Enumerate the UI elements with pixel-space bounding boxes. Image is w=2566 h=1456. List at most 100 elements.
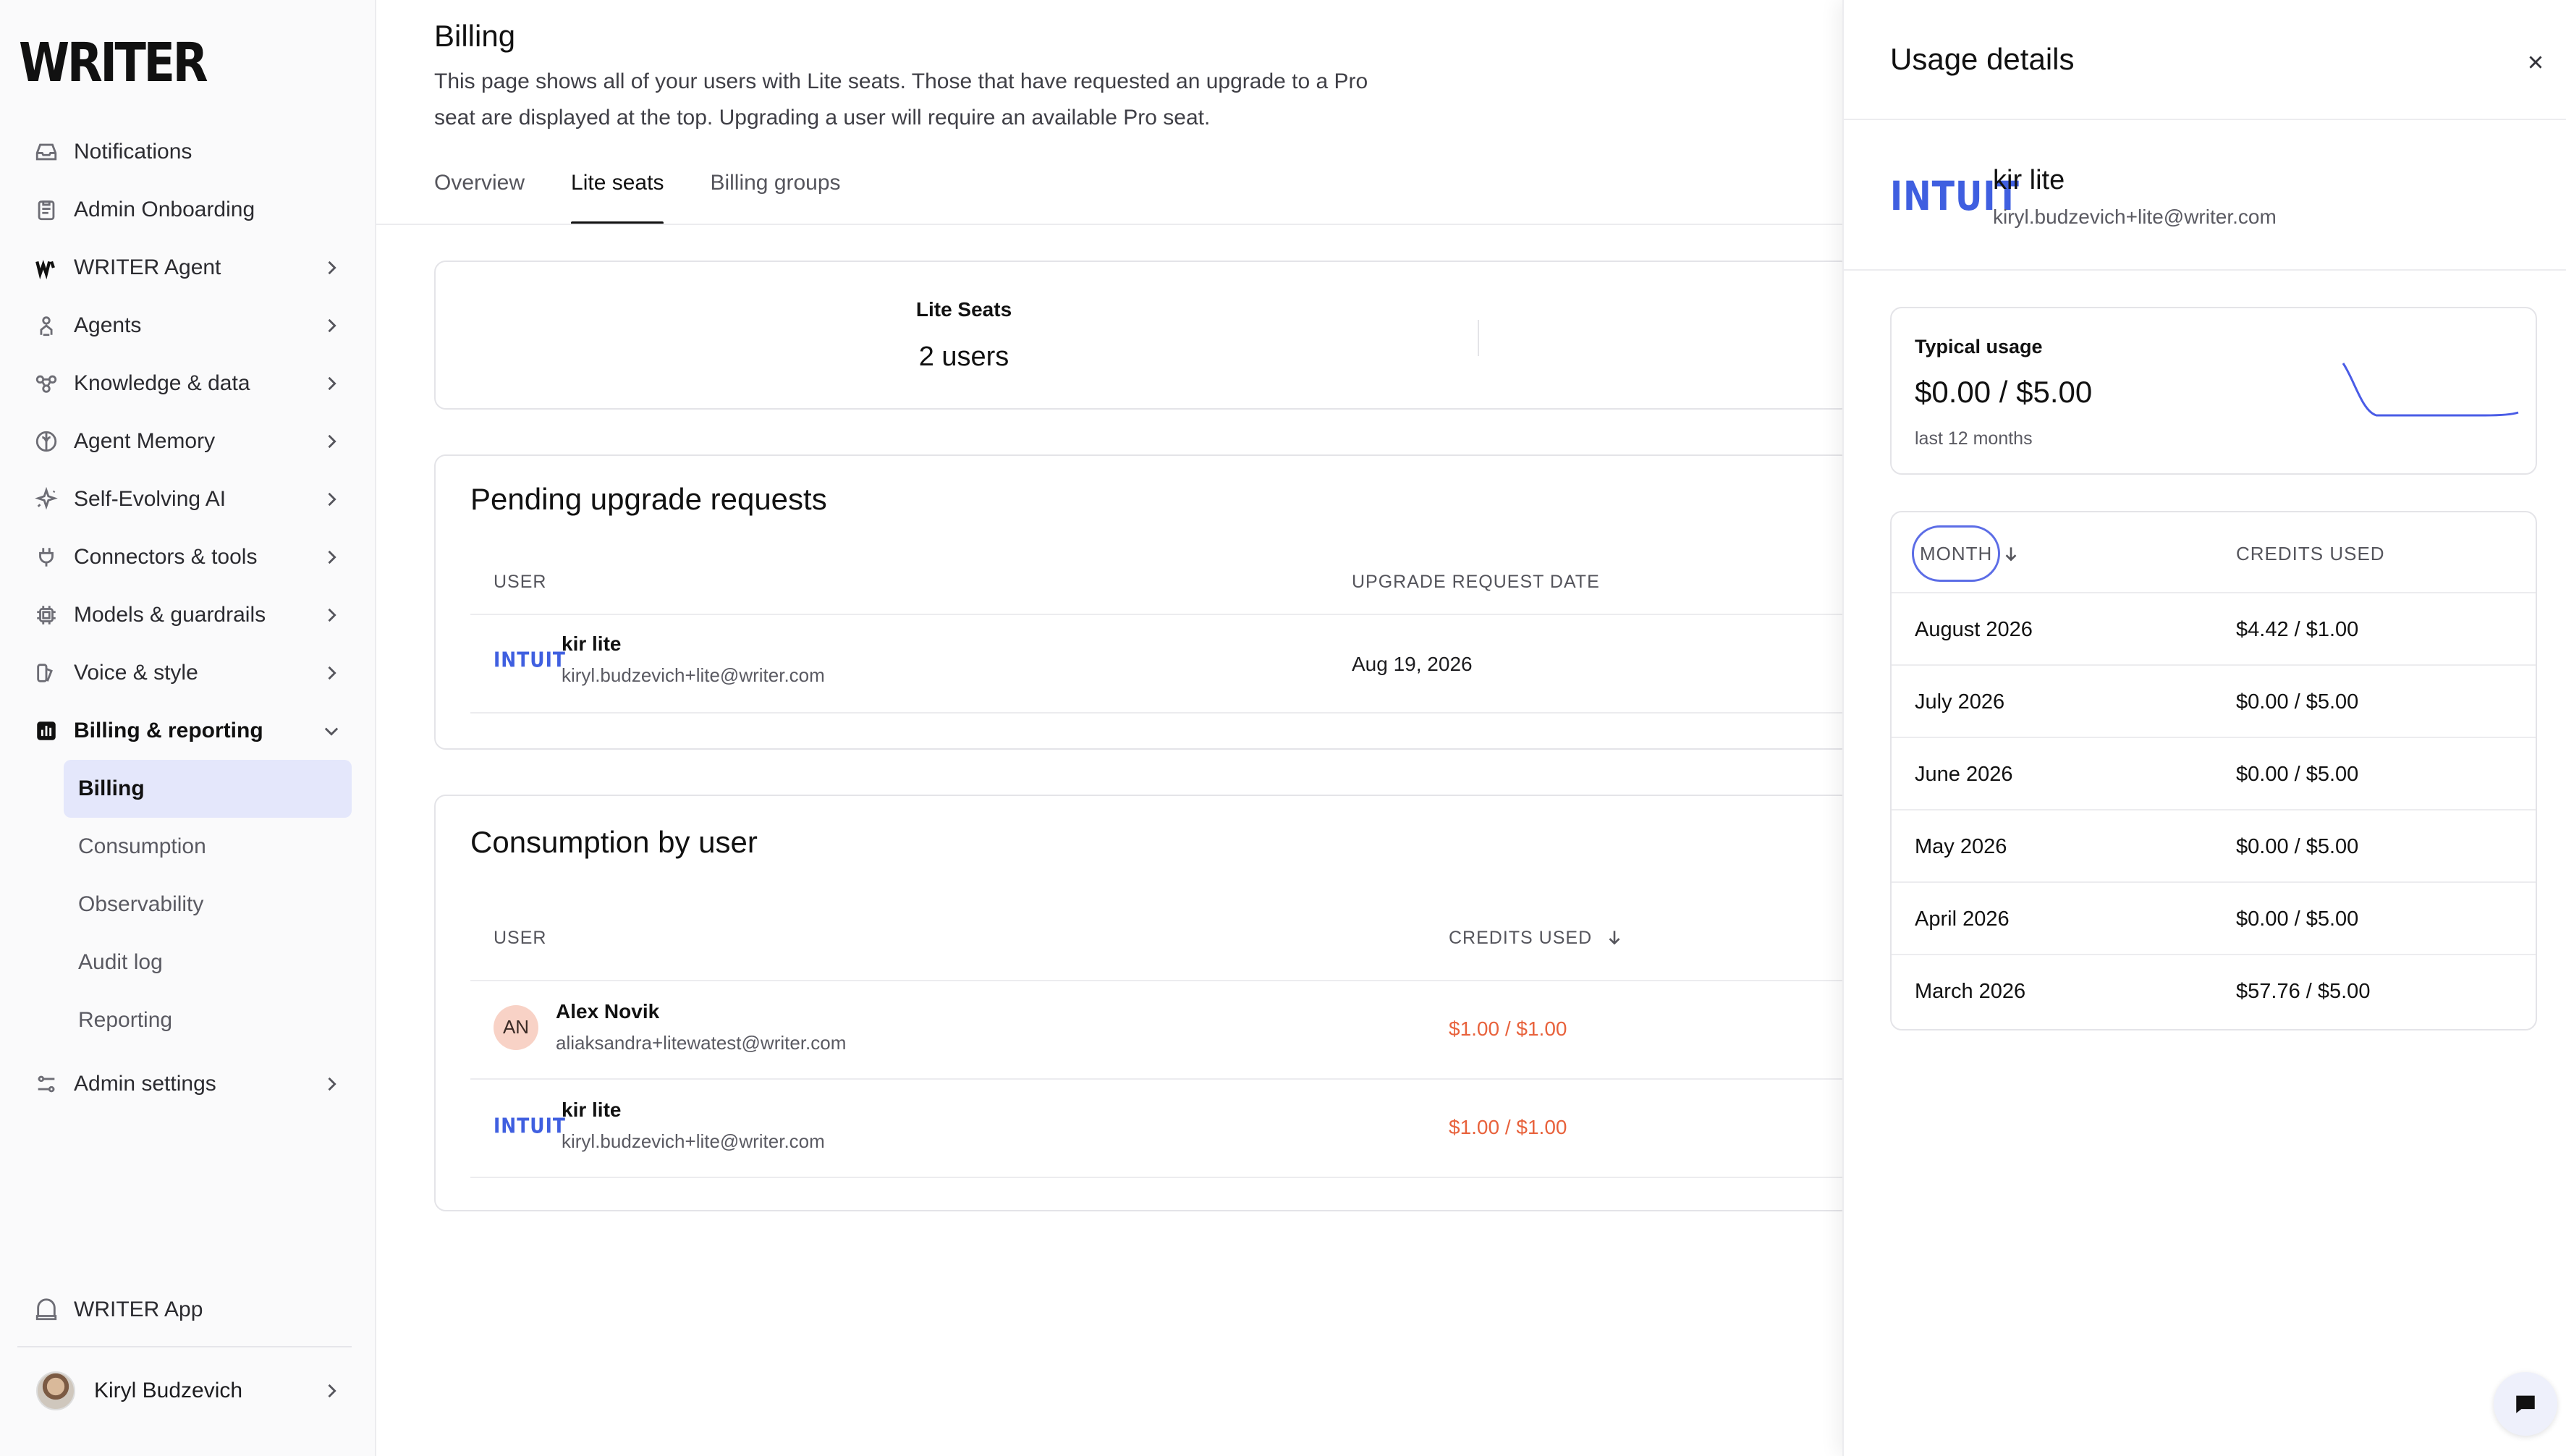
sidebar-item-label: Self-Evolving AI — [74, 487, 226, 511]
month-cell: April 2026 — [1915, 907, 2010, 931]
chat-icon — [2516, 1395, 2535, 1413]
table-row: March 2026 $57.76 / $5.00 — [1892, 954, 2536, 1026]
tab-lite-seats[interactable]: Lite seats — [571, 171, 664, 224]
table-row[interactable]: INTUIT kir lite kiryl.budzevich+lite@wri… — [494, 632, 825, 687]
sidebar-item-label: Admin Onboarding — [74, 198, 255, 221]
drawer-divider — [1844, 269, 2566, 271]
chevron-right-icon — [321, 547, 342, 567]
plug-icon — [32, 543, 61, 572]
chevron-right-icon — [321, 1074, 342, 1094]
sidebar-item-self-evolving-ai[interactable]: Self-Evolving AI — [17, 470, 357, 528]
table-row: April 2026 $0.00 / $5.00 — [1892, 881, 2536, 954]
table-header: MONTH CREDITS USED — [1892, 512, 2536, 592]
table-row[interactable]: AN Alex Novik aliaksandra+litewatest@wri… — [494, 1000, 846, 1054]
column-header-request-date: UPGRADE REQUEST DATE — [1352, 572, 1600, 592]
sidebar-item-notifications[interactable]: Notifications — [17, 123, 357, 181]
chevron-right-icon — [321, 431, 342, 452]
month-cell: March 2026 — [1915, 980, 2026, 1003]
palette-icon — [32, 659, 61, 687]
sidebar-item-admin-settings[interactable]: Admin settings — [17, 1055, 357, 1113]
sidebar-item-knowledge-data[interactable]: Knowledge & data — [17, 355, 357, 412]
page-description: This page shows all of your users with L… — [434, 69, 1368, 130]
tab-bar: Overview Lite seats Billing groups — [434, 171, 841, 224]
user-name: kir lite — [562, 632, 622, 655]
consumption-card: Consumption by user USER CREDITS USED AN… — [434, 795, 1854, 1211]
sidebar-item-label: Admin settings — [74, 1072, 216, 1096]
writer-logo[interactable]: WRITER — [19, 32, 208, 94]
credits-cell: $0.00 / $5.00 — [2236, 907, 2359, 931]
user-email: kiryl.budzevich+lite@writer.com — [562, 664, 825, 686]
section-title: Pending upgrade requests — [470, 482, 827, 516]
user-name: kir lite — [1993, 165, 2065, 195]
tab-billing-groups[interactable]: Billing groups — [710, 171, 840, 224]
network-icon — [32, 369, 61, 398]
column-header-month[interactable]: MONTH — [1912, 525, 2001, 582]
sidebar-item-agents[interactable]: Agents — [17, 297, 357, 355]
table-row: August 2026 $4.42 / $1.00 — [1892, 592, 2536, 664]
pending-upgrade-card: Pending upgrade requests USER UPGRADE RE… — [434, 454, 1854, 750]
sidebar-item-writer-app[interactable]: WRITER App — [17, 1281, 357, 1339]
close-button[interactable] — [2521, 48, 2550, 77]
sidebar-item-connectors-tools[interactable]: Connectors & tools — [17, 528, 357, 586]
chevron-right-icon — [321, 489, 342, 509]
chevron-right-icon — [321, 663, 342, 683]
chat-support-button[interactable] — [2494, 1372, 2557, 1436]
app-icon — [32, 1295, 61, 1324]
usage-details-drawer: Usage details INTUIT kir lite kiryl.budz… — [1842, 0, 2566, 1456]
sidebar-item-billing-reporting[interactable]: Billing & reporting — [17, 702, 357, 760]
sidebar-subitem-consumption[interactable]: Consumption — [64, 818, 357, 876]
drawer-title: Usage details — [1890, 42, 2075, 76]
sidebar-subitem-reporting[interactable]: Reporting — [64, 991, 357, 1049]
sidebar-item-agent-memory[interactable]: Agent Memory — [17, 412, 357, 470]
user-email: kiryl.budzevich+lite@writer.com — [1993, 206, 2277, 228]
sidebar-item-admin-onboarding[interactable]: Admin Onboarding — [17, 181, 357, 239]
user-name: kir lite — [562, 1099, 622, 1121]
row-divider — [470, 1177, 1854, 1178]
sliders-icon — [32, 1070, 61, 1099]
sidebar-item-label: Billing & reporting — [74, 719, 263, 742]
arrow-down-icon — [1605, 928, 1624, 947]
chevron-right-icon — [321, 258, 342, 278]
column-header-label: CREDITS USED — [1449, 928, 1593, 948]
typical-usage-card: Typical usage $0.00 / $5.00 last 12 mont… — [1890, 307, 2537, 475]
column-header-credits[interactable]: CREDITS USED — [1449, 928, 1624, 949]
usage-sparkline — [2342, 363, 2519, 417]
table-row: May 2026 $0.00 / $5.00 — [1892, 809, 2536, 881]
usage-period: last 12 months — [1915, 428, 2033, 449]
credits-cell: $0.00 / $5.00 — [2236, 763, 2359, 786]
chevron-right-icon — [321, 373, 342, 394]
month-cell: August 2026 — [1915, 618, 2033, 641]
sparkle-icon — [32, 485, 61, 514]
tab-overview[interactable]: Overview — [434, 171, 525, 224]
row-divider — [470, 712, 1854, 714]
sidebar-bottom: WRITER App — [17, 1281, 357, 1339]
column-header-credits[interactable]: CREDITS USED — [2236, 543, 2385, 565]
table-row: June 2026 $0.00 / $5.00 — [1892, 737, 2536, 809]
table-row[interactable]: INTUIT kir lite kiryl.budzevich+lite@wri… — [494, 1099, 825, 1153]
chip-icon — [32, 601, 61, 630]
credits-used: $1.00 / $1.00 — [1449, 1116, 1567, 1138]
sidebar-subitem-observability[interactable]: Observability — [64, 876, 357, 934]
brain-icon — [32, 427, 61, 456]
arrow-down-icon — [2002, 544, 2020, 563]
user-name: Kiryl Budzevich — [94, 1379, 243, 1402]
sidebar: WRITER Notifications Admin Onboarding WR… — [0, 0, 376, 1456]
sidebar-item-voice-style[interactable]: Voice & style — [17, 644, 357, 702]
credits-cell: $0.00 / $5.00 — [2236, 835, 2359, 858]
sidebar-subitem-audit-log[interactable]: Audit log — [64, 934, 357, 991]
sidebar-item-writer-agent[interactable]: WRITER Agent — [17, 239, 357, 297]
sidebar-item-label: Knowledge & data — [74, 371, 250, 395]
table-row: July 2026 $0.00 / $5.00 — [1892, 664, 2536, 737]
month-cell: May 2026 — [1915, 835, 2007, 858]
user-menu[interactable]: Kiryl Budzevich — [17, 1359, 357, 1423]
lite-seats-stat-card: Lite Seats 2 users — [434, 261, 1852, 410]
sidebar-item-label: Voice & style — [74, 661, 198, 685]
user-cell: kir lite kiryl.budzevich+lite@writer.com — [562, 632, 825, 687]
sidebar-subitem-billing[interactable]: Billing — [64, 760, 352, 818]
avatar: AN — [494, 1004, 538, 1050]
sidebar-item-models-guardrails[interactable]: Models & guardrails — [17, 586, 357, 644]
user-email: kiryl.budzevich+lite@writer.com — [562, 1130, 825, 1152]
bar-chart-icon — [32, 716, 61, 745]
agent-icon — [32, 311, 61, 340]
intuit-logo: INTUIT — [494, 647, 566, 672]
